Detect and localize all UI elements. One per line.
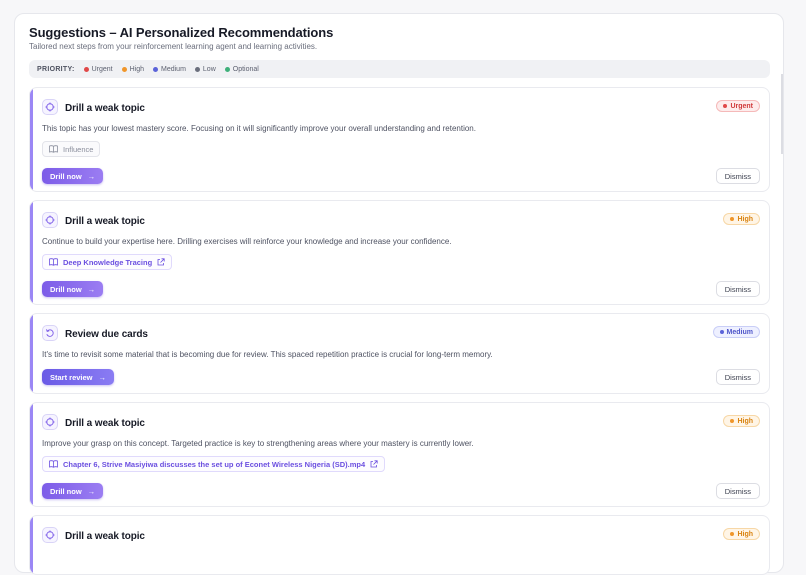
book-icon (49, 460, 58, 468)
card-description: Improve your grasp on this concept. Targ… (42, 439, 474, 448)
medium-dot-icon (153, 66, 158, 72)
dismiss-button[interactable]: Dismiss (715, 483, 760, 499)
source-tag: Influence (42, 141, 101, 157)
target-icon (42, 99, 58, 115)
priority-badge-high: High (723, 415, 760, 427)
scrollbar[interactable] (781, 74, 783, 154)
badge-dot-icon (730, 532, 735, 536)
dismiss-button[interactable]: Dismiss (715, 168, 760, 184)
book-icon (49, 258, 58, 266)
source-label: Chapter 6, Strive Masiyiwa discusses the… (63, 459, 366, 469)
arrow-right-icon: → (87, 486, 96, 496)
badge-label: Urgent (730, 102, 753, 110)
arrow-right-icon: → (87, 284, 96, 294)
urgent-dot-icon (83, 66, 89, 72)
legend-item-high: High (121, 65, 144, 73)
legend-label: Optional (232, 65, 259, 73)
badge-dot-icon (723, 104, 728, 108)
arrow-right-icon: → (98, 372, 107, 382)
legend-label: Medium (161, 65, 186, 73)
card-accent-bar (30, 314, 33, 393)
recommendation-card: Drill a weak topic High Continue to buil… (29, 200, 770, 305)
card-accent-bar (30, 403, 33, 506)
priority-badge-urgent: Urgent (716, 100, 760, 112)
priority-badge-medium: Medium (712, 326, 760, 338)
priority-badge-high: High (723, 528, 760, 540)
recommendation-card: Drill a weak topic Urgent This topic has… (29, 87, 770, 192)
refresh-icon (42, 325, 58, 341)
legend-item-urgent: Urgent (83, 65, 113, 73)
drill-now-button[interactable]: Drill now → (42, 483, 104, 499)
button-label: Drill now (50, 284, 82, 294)
recommendation-card: Review due cards Medium It's time to rev… (29, 313, 770, 394)
badge-label: Medium (726, 328, 753, 336)
start-review-button[interactable]: Start review → (42, 369, 115, 385)
legend-label: High (129, 65, 144, 73)
card-title: Drill a weak topic (65, 103, 145, 114)
badge-label: High (737, 215, 753, 223)
card-description: This topic has your lowest mastery score… (42, 124, 476, 133)
badge-dot-icon (730, 217, 735, 221)
card-title: Review due cards (65, 329, 148, 340)
external-link-icon (157, 258, 165, 266)
card-description: Continue to build your expertise here. D… (42, 237, 452, 246)
low-dot-icon (194, 66, 200, 72)
card-accent-bar (30, 516, 33, 574)
source-label: Influence (63, 144, 94, 154)
card-description: It's time to revisit some material that … (42, 350, 493, 359)
drill-now-button[interactable]: Drill now → (42, 168, 104, 184)
suggestions-panel: Suggestions – AI Personalized Recommenda… (14, 13, 784, 575)
button-label: Start review (50, 372, 93, 382)
priority-legend-label: PRIORITY: (37, 65, 75, 73)
page-title: Suggestions – AI Personalized Recommenda… (29, 25, 334, 40)
source-link[interactable]: Deep Knowledge Tracing (42, 254, 173, 270)
card-title: Drill a weak topic (65, 531, 145, 542)
legend-item-low: Low (194, 65, 216, 73)
card-title: Drill a weak topic (65, 216, 145, 227)
recommendation-card: Drill a weak topic High (29, 515, 770, 575)
page-subtitle: Tailored next steps from your reinforcem… (29, 42, 318, 51)
book-icon (49, 145, 58, 153)
card-accent-bar (30, 201, 33, 304)
external-link-icon (370, 460, 378, 468)
legend-item-medium: Medium (153, 66, 186, 73)
dismiss-button[interactable]: Dismiss (715, 281, 760, 297)
badge-label: High (737, 530, 753, 538)
target-icon (42, 527, 58, 543)
badge-dot-icon (730, 419, 735, 423)
button-label: Drill now (50, 171, 82, 181)
optional-dot-icon (224, 66, 230, 72)
button-label: Drill now (50, 486, 82, 496)
badge-dot-icon (719, 330, 724, 334)
target-icon (42, 414, 58, 430)
recommendation-card: Drill a weak topic High Improve your gra… (29, 402, 770, 507)
badge-label: High (737, 417, 753, 425)
dismiss-button[interactable]: Dismiss (715, 369, 760, 385)
legend-item-optional: Optional (224, 65, 259, 73)
card-title: Drill a weak topic (65, 418, 145, 429)
legend-label: Low (202, 65, 216, 73)
target-icon (42, 212, 58, 228)
legend-label: Urgent (91, 65, 113, 73)
source-label: Deep Knowledge Tracing (63, 257, 153, 267)
priority-legend: PRIORITY: Urgent High Medium Low Optiona… (29, 60, 770, 78)
source-link[interactable]: Chapter 6, Strive Masiyiwa discusses the… (42, 456, 386, 472)
priority-badge-high: High (723, 213, 760, 225)
high-dot-icon (121, 66, 127, 72)
drill-now-button[interactable]: Drill now → (42, 281, 104, 297)
arrow-right-icon: → (87, 171, 96, 181)
card-accent-bar (30, 88, 33, 191)
